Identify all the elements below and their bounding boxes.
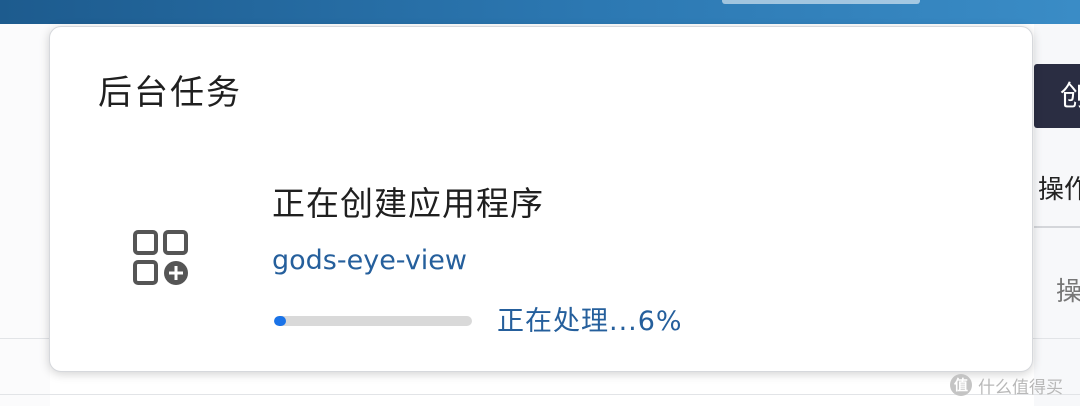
top-app-bar xyxy=(0,0,1080,24)
background-tasks-popover: 后台任务 正在创建应用程序 gods-eye-view 正在处理...6% xyxy=(49,26,1033,372)
background-divider xyxy=(0,394,1080,395)
task-progress-bar xyxy=(274,316,472,326)
table-header-actions: 操作 xyxy=(1034,152,1080,228)
task-name: 正在创建应用程序 xyxy=(272,184,544,223)
create-button[interactable]: 创 xyxy=(1034,64,1080,128)
task-status-text: 正在处理...6% xyxy=(497,306,683,337)
apps-add-icon xyxy=(133,230,188,285)
watermark-logo-icon: 值 xyxy=(950,374,972,396)
background-sidebar xyxy=(0,24,50,406)
watermark: 值 什么值得买 xyxy=(950,370,1063,400)
table-cell-action[interactable]: 操 xyxy=(1034,262,1080,322)
task-app-link[interactable]: gods-eye-view xyxy=(272,245,467,276)
topbar-search-box[interactable] xyxy=(722,0,920,4)
popover-title: 后台任务 xyxy=(98,73,242,113)
watermark-text: 什么值得买 xyxy=(978,377,1063,398)
task-progress-fill xyxy=(274,316,286,326)
